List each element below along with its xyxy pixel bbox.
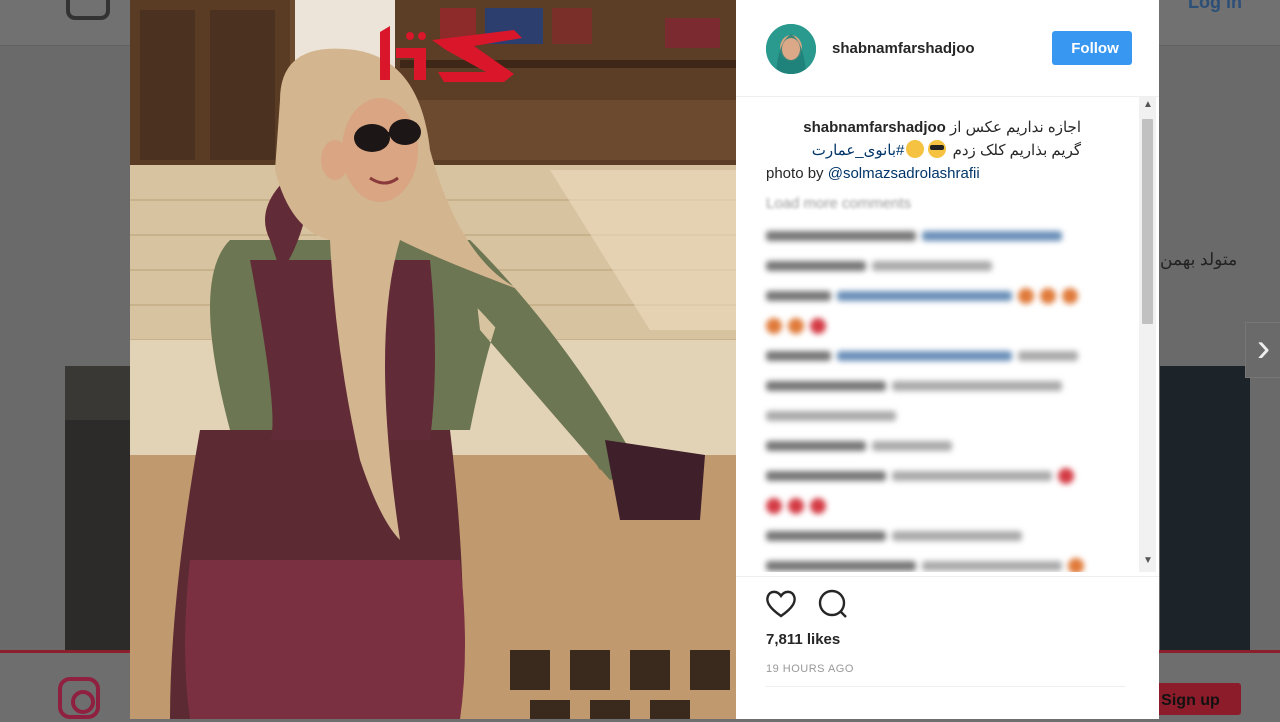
list-item bbox=[766, 285, 1096, 307]
list-item bbox=[766, 315, 1096, 337]
login-link[interactable]: Log in bbox=[1188, 0, 1242, 13]
blurred-comments bbox=[766, 225, 1096, 572]
add-comment-area[interactable] bbox=[766, 686, 1126, 720]
likes-count[interactable]: 7,811 likes bbox=[766, 631, 840, 648]
sunglasses-emoji-icon bbox=[928, 140, 947, 158]
post-photo[interactable] bbox=[130, 0, 736, 719]
comment-icon[interactable] bbox=[816, 587, 850, 621]
list-item bbox=[766, 525, 1096, 547]
caption-hashtag[interactable]: #بانوی_عمارت bbox=[812, 142, 905, 159]
caption-line-2: گریم بذاریم کلک زدم #بانوی_عمارت bbox=[766, 139, 1081, 162]
list-item bbox=[766, 495, 1096, 517]
scroll-down-arrow-icon[interactable]: ▼ bbox=[1143, 555, 1153, 566]
post-timestamp: 19 HOURS AGO bbox=[766, 663, 854, 675]
chevron-right-icon[interactable]: › bbox=[1245, 322, 1280, 378]
site-logo bbox=[374, 18, 526, 88]
heart-icon[interactable] bbox=[764, 587, 798, 621]
background-side-text: متولد بهمن bbox=[1160, 250, 1238, 269]
caption-credit: photo by @solmazsadrolashrafii bbox=[766, 165, 980, 182]
load-more-comments[interactable]: Load more comments bbox=[766, 195, 911, 212]
post-username[interactable]: shabnamfarshadjoo bbox=[832, 40, 975, 57]
list-item bbox=[766, 405, 1096, 427]
list-item bbox=[766, 555, 1096, 572]
list-item bbox=[766, 345, 1096, 367]
avatar[interactable] bbox=[766, 24, 816, 74]
follow-button[interactable]: Follow bbox=[1052, 31, 1132, 65]
post-side-panel: shabnamfarshadjoo Follow اجازه نداریم عک… bbox=[736, 0, 1159, 719]
caption-credit-prefix: photo by bbox=[766, 165, 824, 182]
post-actions: 7,811 likes 19 HOURS AGO bbox=[736, 576, 1159, 687]
list-item bbox=[766, 435, 1096, 457]
comments-scrollbar[interactable]: ▲ ▼ bbox=[1139, 97, 1156, 572]
caption-text-2: گریم بذاریم کلک زدم bbox=[952, 142, 1081, 159]
list-item bbox=[766, 225, 1096, 247]
comments-area[interactable]: اجازه نداریم عکس از shabnamfarshadjoo گر… bbox=[736, 97, 1159, 572]
instagram-icon[interactable] bbox=[58, 677, 100, 719]
background-thumbnail-right bbox=[1160, 366, 1250, 656]
list-item bbox=[766, 255, 1096, 277]
tongue-emoji-icon bbox=[906, 140, 925, 158]
caption-text-1: اجازه نداریم عکس از bbox=[949, 119, 1081, 136]
list-item bbox=[766, 375, 1096, 397]
post-header: shabnamfarshadjoo Follow bbox=[736, 0, 1159, 97]
background-thumbnail-left-inner bbox=[65, 420, 133, 650]
caption-username[interactable]: shabnamfarshadjoo bbox=[803, 119, 946, 136]
post-caption: اجازه نداریم عکس از shabnamfarshadjoo گر… bbox=[766, 116, 1081, 185]
caption-mention[interactable]: @solmazsadrolashrafii bbox=[828, 165, 980, 182]
instagram-header-icon bbox=[66, 0, 110, 20]
list-item bbox=[766, 465, 1096, 487]
caption-line-1: اجازه نداریم عکس از shabnamfarshadjoo bbox=[766, 116, 1081, 139]
scroll-up-arrow-icon[interactable]: ▲ bbox=[1143, 99, 1153, 110]
scroll-thumb[interactable] bbox=[1142, 119, 1153, 324]
